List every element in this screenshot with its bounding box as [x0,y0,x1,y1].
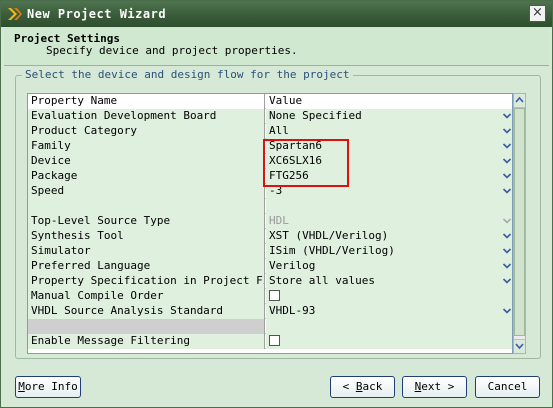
page-subtitle: Specify device and project properties. [46,44,298,57]
property-name-cell: Property Specification in Project File [28,274,265,289]
property-name-cell: Preferred Language [28,259,265,274]
cancel-label: Cancel [487,380,528,393]
vertical-scrollbar[interactable] [513,93,526,354]
property-table: Property Name Value Evaluation Developme… [27,93,513,354]
property-name-cell: Family [28,139,265,154]
property-value-cell [266,199,512,214]
table-row[interactable]: VHDL Source Analysis Standard VHDL-93 [28,304,512,319]
property-value-text: HDL [269,214,289,227]
back-label-mnemonic: B [355,380,363,393]
scroll-thumb[interactable] [514,108,525,336]
property-name-cell: Synthesis Tool [28,229,265,244]
property-value-text: ISim (VHDL/Verilog) [269,244,395,257]
chevron-up-icon [515,96,524,103]
table-row[interactable]: Property Specification in Project File St… [28,274,512,289]
back-button[interactable]: < Back [330,376,395,398]
checkbox[interactable] [269,335,280,346]
property-value-dropdown[interactable]: XST (VHDL/Verilog) [266,229,512,244]
property-name-cell: Device [28,154,265,169]
table-row[interactable] [28,319,512,334]
back-label-post: ack [362,380,383,393]
more-info-button[interactable]: More Info [15,376,81,398]
group-title: Select the device and design flow for th… [22,68,353,81]
property-name-cell: Evaluation Development Board [28,109,265,124]
wizard-header: Project Settings Specify device and proj… [4,27,549,66]
table-row[interactable]: Top-Level Source Type HDL [28,214,512,229]
property-value-text: None Specified [269,109,362,122]
property-name-cell: Simulator [28,244,265,259]
property-value-text: Store all values [269,274,375,287]
property-name-cell: Speed [28,184,265,199]
property-value-checkbox-cell[interactable] [266,289,512,304]
back-label-pre: < [342,380,356,393]
scroll-up-button[interactable] [514,94,525,108]
column-header-value: Value [266,94,512,109]
table-row[interactable] [28,199,512,214]
property-name-cell: Enable Message Filtering [28,334,265,349]
table-row[interactable]: Preferred Language Verilog [28,259,512,274]
property-value-dropdown: HDL [266,214,512,229]
device-selection-highlight [263,139,349,187]
property-value-text: VHDL-93 [269,304,316,317]
chevron-down-icon [515,343,524,350]
chevron-down-icon[interactable] [501,140,512,152]
chevron-down-icon[interactable] [501,230,512,242]
table-row[interactable]: Evaluation Development Board None Specifi… [28,109,512,124]
table-row[interactable]: Simulator ISim (VHDL/Verilog) [28,244,512,259]
property-name-cell: Product Category [28,124,265,139]
next-label-post: ext > [421,380,455,393]
scroll-down-button[interactable] [514,339,525,353]
table-row[interactable]: Synthesis Tool XST (VHDL/Verilog) [28,229,512,244]
property-value-dropdown[interactable]: ISim (VHDL/Verilog) [266,244,512,259]
property-value-text: Verilog [269,259,316,272]
window-title: New Project Wizard [27,7,167,21]
chevron-down-icon[interactable] [501,275,512,287]
xilinx-logo-icon [8,8,22,20]
cancel-button[interactable]: Cancel [475,376,540,398]
property-value-cell [266,319,512,334]
chevron-down-icon[interactable] [501,110,512,122]
chevron-down-icon[interactable] [501,185,512,197]
property-value-dropdown[interactable]: Verilog [266,259,512,274]
property-value-dropdown[interactable]: Store all values [266,274,512,289]
title-bar[interactable]: New Project Wizard × [1,1,552,27]
property-name-cell [28,319,265,334]
property-value-dropdown[interactable]: VHDL-93 [266,304,512,319]
property-name-cell: Top-Level Source Type [28,214,265,229]
chevron-down-icon[interactable] [501,215,512,227]
chevron-down-icon[interactable] [501,305,512,317]
property-value-text: All [269,124,289,137]
chevron-down-icon[interactable] [501,245,512,257]
property-value-text: XST (VHDL/Verilog) [269,229,389,242]
property-value-dropdown[interactable]: All [266,124,512,139]
more-info-label-post: ore Info [24,380,78,393]
property-value-dropdown[interactable]: None Specified [266,109,512,124]
table-header-row: Property Name Value [28,94,512,109]
property-name-cell [28,199,265,214]
table-row[interactable]: Manual Compile Order [28,289,512,304]
property-name-cell: Manual Compile Order [28,289,265,304]
chevron-down-icon[interactable] [501,125,512,137]
chevron-down-icon[interactable] [501,170,512,182]
property-value-checkbox-cell[interactable] [266,334,512,349]
chevron-down-icon[interactable] [501,260,512,272]
table-row[interactable]: Enable Message Filtering [28,334,512,349]
property-name-cell: VHDL Source Analysis Standard [28,304,265,319]
chevron-down-icon[interactable] [501,155,512,167]
table-row[interactable]: Product Category All [28,124,512,139]
new-project-wizard-window: New Project Wizard × Project Settings Sp… [0,0,553,408]
more-info-label-mnemonic: M [18,380,25,393]
property-name-cell: Package [28,169,265,184]
checkbox[interactable] [269,290,280,301]
next-button[interactable]: Next > [402,376,467,398]
column-header-property-name: Property Name [28,94,265,109]
close-window-button[interactable]: × [529,5,546,22]
